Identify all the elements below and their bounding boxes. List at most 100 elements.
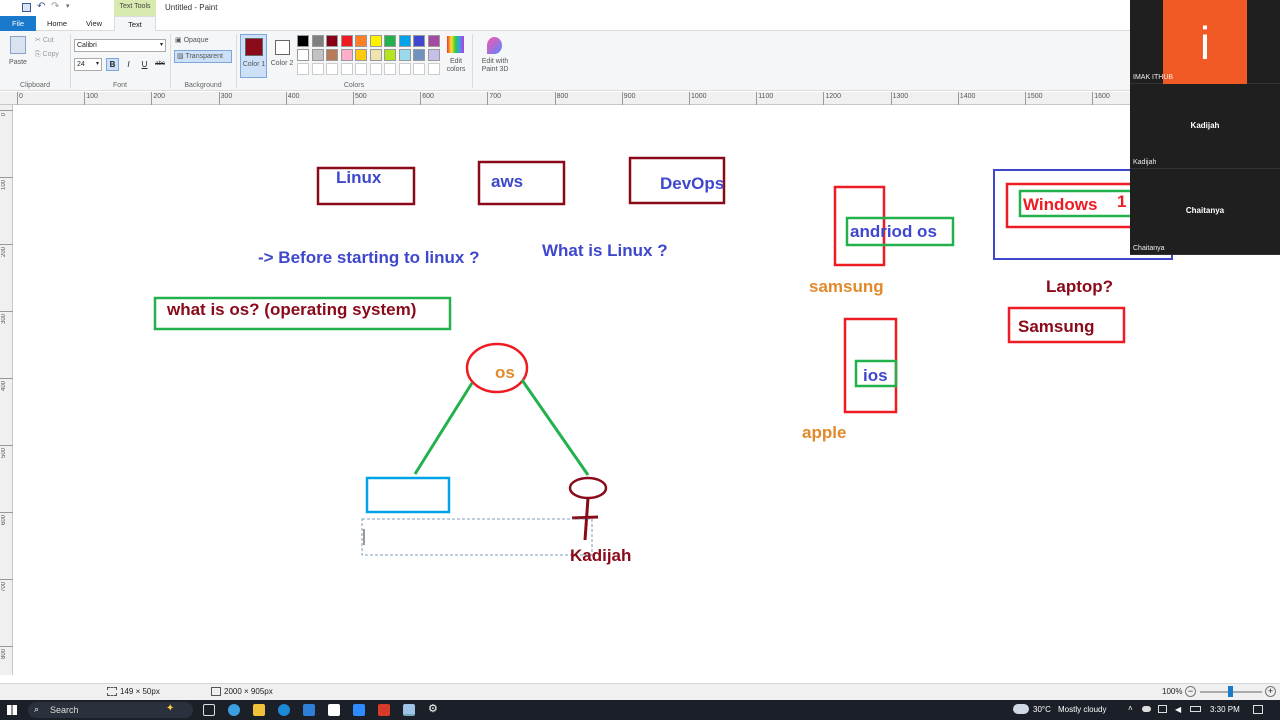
palette-swatch[interactable] [384,49,396,61]
edge-icon[interactable] [228,704,240,716]
mail-icon[interactable] [303,704,315,716]
ruler-label: 600 [422,93,434,100]
paint3d-label: Edit with Paint 3D [481,58,509,73]
palette-swatch[interactable] [355,49,367,61]
ruler-label: 200 [153,93,166,100]
palette-swatch[interactable] [398,35,411,47]
opaque-button[interactable]: ▣ Opaque [175,36,209,44]
palette-swatch-empty[interactable] [384,63,396,75]
palette-swatch-empty[interactable] [369,63,382,75]
palette-swatch-empty[interactable] [340,63,353,75]
drawing-canvas[interactable]: Linux aws DevOps -> Before starting to l… [13,105,1280,675]
notification-icon[interactable] [1253,705,1263,714]
bold-button[interactable]: B [106,58,119,71]
ruler-label: 100 [86,93,98,100]
italic-button[interactable]: I [122,58,135,71]
file-explorer-icon[interactable] [253,704,265,716]
edit-with-paint3d-button[interactable]: Edit with Paint 3D [476,34,514,78]
palette-swatch[interactable] [427,35,440,47]
palette-swatch-empty[interactable] [326,63,338,75]
ruler-label: 1300 [892,93,909,100]
search-box[interactable]: ⌕ Search ✦ [28,702,193,718]
strikethrough-button[interactable]: abc [152,58,168,71]
palette-swatch-empty[interactable] [413,63,425,75]
participant-name: Chaitanya [1133,245,1165,252]
participant-tile-kadijah[interactable]: Kadijah Kadijah [1130,84,1280,169]
color2-button[interactable]: Color 2 [269,34,296,78]
ruler-tick [0,110,13,111]
palette-swatch[interactable] [413,49,425,61]
chevron-up-icon[interactable]: ˄ [1128,704,1133,713]
zoom-in-button[interactable]: + [1265,686,1276,697]
selection-size: 149 × 50px [120,687,160,696]
palette-swatch[interactable] [297,35,309,47]
palette-swatch[interactable] [311,35,324,47]
os-text: os [495,363,515,382]
undo-icon[interactable]: ↶ [37,1,45,12]
font-size-select[interactable]: 24 ▾ [74,58,102,71]
palette-swatch[interactable] [326,49,338,61]
horizontal-ruler: 0 100 200 300 400 500 600 700 800 900 1000 1100 1200… [0,92,1280,105]
transparent-button[interactable]: ▨ Transparent [174,50,232,63]
customize-qat-icon[interactable]: ▾ [66,2,70,10]
palette-swatch-empty[interactable] [427,63,440,75]
ruler-tick [84,92,86,105]
color1-button[interactable]: Color 1 [240,34,267,78]
zoom-slider[interactable] [1200,686,1262,697]
paint-icon[interactable] [403,704,415,716]
status-bar: 149 × 50px 2000 × 905px 100% − + [0,683,1280,700]
tab-text[interactable]: Text [114,16,156,31]
palette-swatch[interactable] [340,49,353,61]
participant-tile-imak[interactable]: i IMAK ITHUB [1130,0,1280,84]
network-icon [1158,705,1167,713]
palette-swatch-empty[interactable] [398,63,411,75]
palette-swatch[interactable] [355,35,367,47]
participant-center-label: Kadijah [1190,121,1220,130]
task-view-icon[interactable] [203,704,215,716]
copy-button[interactable]: ⎘ Copy [35,51,59,59]
pdf-icon[interactable] [378,704,390,716]
palette-swatch[interactable] [413,35,425,47]
zoom-slider-thumb[interactable] [1228,686,1233,697]
palette-swatch[interactable] [340,35,353,47]
tab-file[interactable]: File [0,16,36,31]
windows-start-icon[interactable] [7,705,17,715]
palette-swatch-empty[interactable] [297,63,309,75]
underline-button[interactable]: U [138,58,151,71]
opaque-label: Opaque [183,37,209,44]
redo-icon[interactable]: ↷ [51,1,59,12]
ruler-tick [890,92,892,105]
palette-swatch-empty[interactable] [355,63,367,75]
settings-icon[interactable]: ⚙ [428,703,440,715]
meeting-icon[interactable] [353,704,365,716]
font-family-select[interactable]: Calibri ▾ [74,39,166,52]
paste-button[interactable]: Paste [6,34,30,70]
palette-swatch[interactable] [369,35,382,47]
tab-home[interactable]: Home [38,16,76,31]
palette-swatch[interactable] [311,49,324,61]
save-icon[interactable] [22,3,31,12]
palette-swatch[interactable] [398,49,411,61]
zoom-app-icon[interactable] [328,704,340,716]
copy-label: Copy [42,51,59,58]
palette-swatch[interactable] [427,49,440,61]
title-bar: ↶ ↷ ▾ Text Tools Untitled - Paint [0,0,1280,16]
palette-swatch-empty[interactable] [311,63,324,75]
edit-colors-button[interactable]: Edit colors [444,34,468,78]
tab-view[interactable]: View [76,16,112,31]
speaker-icon: ◀ [1175,705,1182,714]
ruler-tick [151,92,153,105]
palette-swatch[interactable] [384,35,396,47]
participant-tile-chaitanya[interactable]: Chaitanya Chaitanya [1130,169,1280,255]
palette-swatch[interactable] [369,49,382,61]
cut-button[interactable]: ✂ Cut [35,36,54,44]
palette-swatch[interactable] [297,49,309,61]
zoom-out-button[interactable]: − [1185,686,1196,697]
paste-label: Paste [9,59,27,66]
paint3d-icon [487,37,502,54]
tree-left-line [413,382,474,475]
weather-temp: 30°C [1033,705,1051,714]
browser-icon[interactable] [278,704,290,716]
ruler-label: 1400 [959,93,976,100]
palette-swatch[interactable] [326,35,338,47]
